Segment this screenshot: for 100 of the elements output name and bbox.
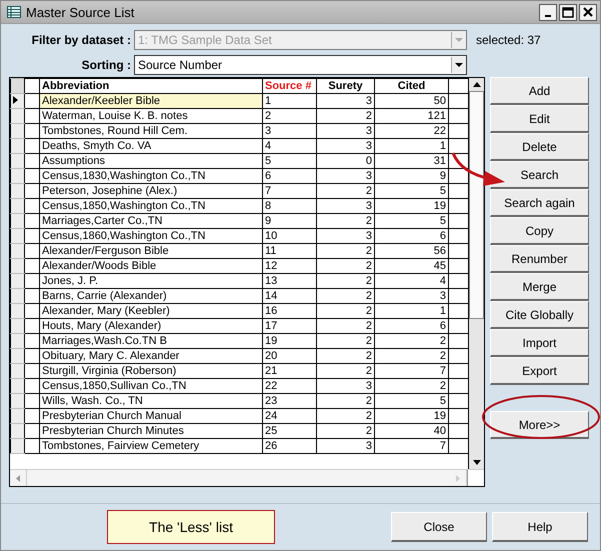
row-selector[interactable]	[10, 168, 24, 184]
table-cell: 56	[374, 244, 448, 258]
table-cell: 5	[262, 154, 316, 168]
vertical-scrollbar[interactable]	[468, 78, 484, 469]
row-selector[interactable]	[10, 108, 24, 124]
side-button[interactable]: Merge	[490, 273, 589, 301]
side-button[interactable]: Renumber	[490, 245, 589, 273]
row-selector[interactable]	[10, 274, 24, 288]
table-cell: 6	[262, 168, 316, 184]
maximize-button[interactable]	[559, 4, 577, 20]
sorting-dropdown[interactable]: Source Number	[134, 54, 467, 74]
table-cell: Barns, Carrie (Alexander)	[40, 288, 262, 304]
row-selector[interactable]	[10, 304, 24, 318]
dialog-button[interactable]: Close	[391, 512, 487, 542]
scroll-up-icon[interactable]	[472, 82, 480, 87]
table-cell: Deaths, Smyth Co. VA	[40, 138, 262, 154]
side-button[interactable]: Delete	[490, 133, 589, 161]
table-cell: 8	[262, 198, 316, 214]
row-selector[interactable]	[10, 228, 24, 244]
side-button[interactable]: Import	[490, 329, 589, 357]
window-title: Master Source List	[26, 4, 134, 20]
row-selector[interactable]	[10, 378, 24, 394]
table-cell: 3	[316, 378, 374, 394]
side-button[interactable]: Search again	[490, 189, 589, 217]
table-cell: 2	[316, 288, 374, 304]
row-selector[interactable]	[10, 438, 24, 454]
row-selector[interactable]	[10, 348, 24, 364]
horizontal-scrollbar[interactable]	[10, 469, 484, 486]
field-label: Sorting :	[80, 58, 132, 72]
table-cell: 4	[374, 274, 448, 288]
table-cell: Census,1850,Washington Co.,TN	[40, 198, 262, 214]
caret-icon	[455, 38, 463, 42]
column-header[interactable]: Abbreviation	[40, 78, 262, 94]
table-cell: 2	[316, 258, 374, 274]
row-selector[interactable]	[10, 318, 24, 334]
selected-count: selected: 37	[476, 32, 541, 46]
table-cell: Houts, Mary (Alexander)	[40, 318, 262, 334]
side-button[interactable]: Cite Globally	[490, 301, 589, 329]
table-cell: 7	[374, 364, 448, 378]
row-selector[interactable]	[10, 94, 24, 108]
row-selector[interactable]	[10, 258, 24, 274]
column-header[interactable]: Cited	[374, 78, 448, 94]
table-cell: 121	[374, 108, 448, 124]
row-selector[interactable]	[10, 124, 24, 138]
table-cell: 7	[374, 438, 448, 454]
caret-icon	[455, 62, 463, 66]
table-cell: 3	[316, 168, 374, 184]
table-cell: 13	[262, 274, 316, 288]
table-cell: 2	[374, 378, 448, 394]
maximize-icon	[562, 6, 574, 18]
row-selector[interactable]	[10, 288, 24, 304]
annotation-note: The 'Less' list	[107, 510, 275, 544]
row-selector[interactable]	[10, 184, 24, 198]
row-selector[interactable]	[10, 214, 24, 228]
field-label: Filter by dataset :	[30, 32, 132, 46]
table-cell: 26	[262, 438, 316, 454]
column-header[interactable]: Surety	[316, 78, 374, 94]
table-cell: 50	[374, 94, 448, 108]
scroll-down-icon[interactable]	[472, 460, 480, 465]
row-selector[interactable]	[10, 138, 24, 154]
table-cell: 1	[262, 94, 316, 108]
table-cell: Presbyterian Church Manual	[40, 408, 262, 424]
row-selector[interactable]	[10, 408, 24, 424]
table-cell: 3	[316, 138, 374, 154]
table-cell: 23	[262, 394, 316, 408]
row-selector[interactable]	[10, 394, 24, 408]
side-button[interactable]: Export	[490, 357, 589, 385]
row-selector[interactable]	[10, 198, 24, 214]
side-button[interactable]: Search	[490, 161, 589, 189]
table-cell: 25	[262, 424, 316, 438]
table-cell: 9	[374, 168, 448, 184]
table-cell: 3	[262, 124, 316, 138]
row-selector[interactable]	[10, 424, 24, 438]
row-selector[interactable]	[10, 244, 24, 258]
table-cell: Wills, Wash. Co., TN	[40, 394, 262, 408]
table-cell: 1	[374, 138, 448, 154]
table-cell: 11	[262, 244, 316, 258]
table-cell: 3	[374, 288, 448, 304]
column-header[interactable]: Source #	[262, 78, 316, 94]
table-cell: 31	[374, 154, 448, 168]
dialog-button[interactable]: Help	[492, 512, 588, 542]
side-button[interactable]: Copy	[490, 217, 589, 245]
table-cell: 22	[262, 378, 316, 394]
scroll-left-icon	[16, 474, 20, 482]
table-cell: 4	[262, 138, 316, 154]
row-selector[interactable]	[10, 364, 24, 378]
row-selector[interactable]	[10, 154, 24, 168]
minimize-button[interactable]	[539, 4, 557, 20]
table-cell: 19	[374, 408, 448, 424]
row-selector[interactable]	[10, 334, 24, 348]
current-row-icon	[13, 96, 18, 104]
side-button[interactable]: Edit	[490, 105, 589, 133]
table-cell: 3	[316, 438, 374, 454]
table-cell: 2	[316, 408, 374, 424]
table-cell: Census,1830,Washington Co.,TN	[40, 168, 262, 184]
close-button[interactable]	[579, 4, 597, 20]
annotation-arrow	[451, 151, 507, 189]
side-button[interactable]: More>>	[490, 411, 589, 439]
side-button[interactable]: Add	[490, 77, 589, 105]
table-cell: 19	[262, 334, 316, 348]
